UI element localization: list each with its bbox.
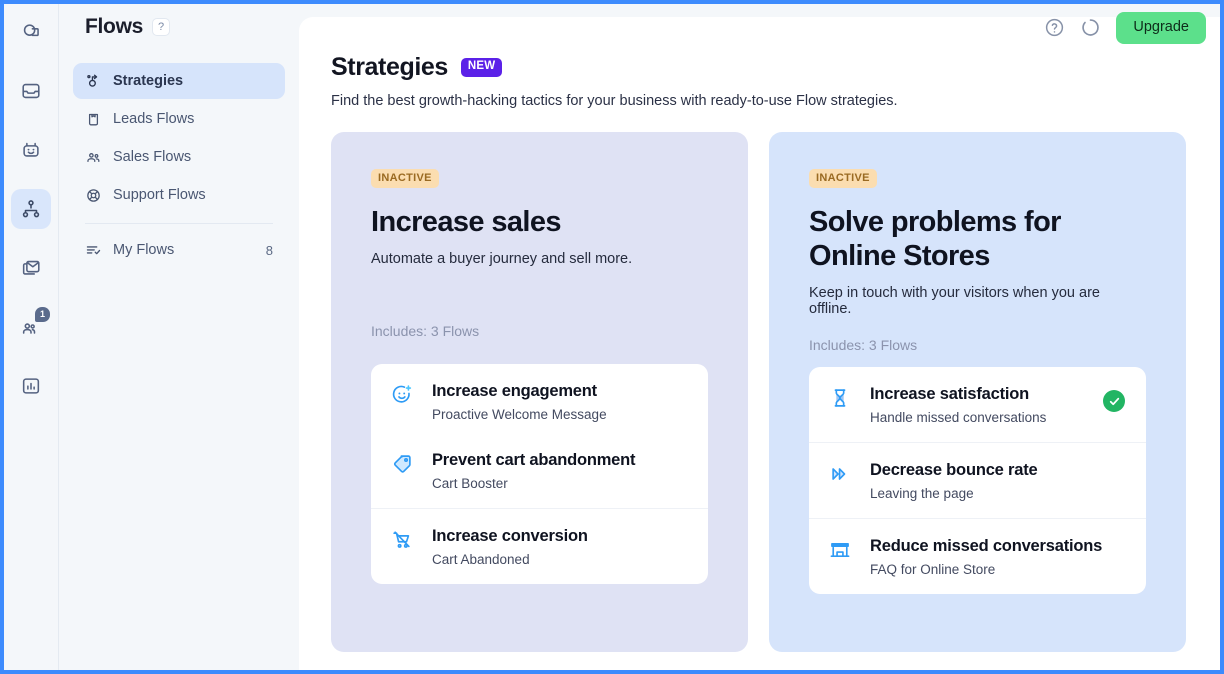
flow-subtitle: Handle missed conversations (870, 410, 1047, 426)
sidebar-item-label: Sales Flows (113, 149, 192, 165)
content-panel: Strategies NEW Find the best growth-hack… (299, 17, 1220, 670)
rail-item-chatbot[interactable] (11, 130, 51, 170)
flow-name: Increase satisfaction (870, 385, 1030, 404)
app-window: 1 Flows ? Strategies Leads Flows Sales F… (4, 4, 1220, 670)
strategy-card-solve-problems[interactable]: INACTIVE Solve problems for Online Store… (769, 132, 1186, 652)
flow-list: Increase satisfaction Handle missed conv… (809, 367, 1146, 594)
leads-icon (85, 111, 102, 128)
flow-subtitle: Cart Booster (432, 475, 508, 491)
rail-item-analytics[interactable] (11, 366, 51, 406)
flow-row[interactable]: Decrease bounce rate Leaving the page (809, 442, 1146, 518)
sidebar-item-strategies[interactable]: Strategies (73, 63, 285, 99)
card-includes: Includes: 3 Flows (809, 337, 918, 354)
rail-item-flows[interactable] (11, 189, 51, 229)
rail-item-campaigns[interactable] (11, 248, 51, 288)
flow-row[interactable]: Increase satisfaction Handle missed conv… (809, 367, 1146, 442)
flow-name: Increase engagement (432, 382, 597, 401)
analytics-icon (20, 375, 42, 397)
flow-text: Prevent cart abandonment Cart Booster (432, 451, 687, 491)
sales-icon (85, 149, 102, 166)
my-flows-count: 8 (265, 242, 273, 258)
new-badge: NEW (460, 58, 503, 77)
card-description: Keep in touch with your visitors when yo… (809, 285, 1100, 318)
card-includes: Includes: 3 Flows (371, 323, 480, 340)
flows-icon (20, 198, 42, 220)
page-subtitle: Find the best growth-hacking tactics for… (331, 93, 898, 109)
flow-text: Increase engagement Proactive Welcome Me… (432, 382, 687, 422)
flow-subtitle: Cart Abandoned (432, 551, 530, 567)
flow-subtitle: Proactive Welcome Message (432, 407, 607, 423)
strategy-card-increase-sales[interactable]: INACTIVE Increase sales Automate a buyer… (331, 132, 748, 652)
my-flows-icon (85, 242, 102, 259)
spinner-icon[interactable] (1080, 17, 1101, 38)
upgrade-button[interactable]: Upgrade (1116, 12, 1206, 44)
sidebar-item-sales-flows[interactable]: Sales Flows (73, 139, 285, 175)
strategy-cards: INACTIVE Increase sales Automate a buyer… (331, 132, 1186, 652)
rail-item-inbox[interactable] (11, 71, 51, 111)
flow-name: Decrease bounce rate (870, 461, 1038, 480)
status-badge: INACTIVE (371, 169, 439, 188)
flow-text: Decrease bounce rate Leaving the page (870, 461, 1125, 501)
help-chip[interactable]: ? (152, 18, 171, 36)
flow-name: Prevent cart abandonment (432, 451, 636, 470)
page-section-title: Flows (85, 15, 144, 38)
card-title: Solve problems for Online Stores (809, 206, 1061, 273)
sidebar-nav-list: Strategies Leads Flows Sales Flows Suppo… (59, 50, 299, 268)
sidebar-item-label: Leads Flows (113, 111, 195, 127)
contacts-badge: 1 (35, 307, 50, 322)
sidebar-item-label: Support Flows (113, 187, 206, 203)
app-rail: 1 (4, 4, 59, 670)
inbox-icon (20, 80, 42, 102)
flow-subtitle: FAQ for Online Store (870, 561, 996, 577)
sidebar-item-my-flows[interactable]: My Flows 8 (73, 232, 285, 268)
sidebar-header: Flows ? (59, 4, 299, 50)
flow-row[interactable]: Increase engagement Proactive Welcome Me… (371, 364, 708, 439)
overview-icon (20, 21, 42, 43)
help-circle-icon[interactable] (1044, 17, 1065, 38)
cart-crossed-icon (390, 528, 414, 552)
flow-text: Increase conversion Cart Abandoned (432, 527, 687, 567)
campaigns-icon (20, 257, 42, 279)
header-actions: Upgrade (1044, 12, 1206, 44)
status-badge: INACTIVE (809, 169, 877, 188)
main-area: Upgrade Strategies NEW Find the best gro… (299, 4, 1220, 670)
sidebar-divider (85, 223, 273, 224)
sidebar-item-label: My Flows (113, 242, 175, 258)
tag-icon (390, 452, 414, 476)
sidebar-item-label: Strategies (113, 73, 184, 89)
check-icon (1103, 390, 1125, 413)
store-icon (828, 538, 852, 562)
flow-text: Reduce missed conversations FAQ for Onli… (870, 537, 1125, 577)
flow-text: Increase satisfaction Handle missed conv… (870, 385, 1085, 425)
flow-row[interactable]: Reduce missed conversations FAQ for Onli… (809, 518, 1146, 594)
flow-row[interactable]: Prevent cart abandonment Cart Booster (371, 439, 708, 508)
smiley-plus-icon (390, 383, 414, 407)
page-heading: Strategies NEW (331, 53, 1186, 82)
flow-subtitle: Leaving the page (870, 486, 974, 502)
sidebar-item-support-flows[interactable]: Support Flows (73, 177, 285, 213)
card-title: Increase sales (371, 206, 562, 238)
double-chevron-icon (828, 462, 852, 486)
rail-item-contacts[interactable]: 1 (11, 307, 51, 347)
chatbot-icon (20, 139, 42, 161)
hourglass-icon (828, 386, 852, 410)
flows-sidebar: Flows ? Strategies Leads Flows Sales Flo… (59, 4, 299, 670)
flow-name: Reduce missed conversations (870, 537, 1103, 556)
sidebar-item-leads-flows[interactable]: Leads Flows (73, 101, 285, 137)
rail-item-overview[interactable] (11, 12, 51, 52)
flow-name: Increase conversion (432, 526, 588, 545)
flow-row[interactable]: Increase conversion Cart Abandoned (371, 507, 708, 584)
page-title: Strategies (331, 53, 448, 81)
strategies-icon (85, 73, 102, 90)
card-description: Automate a buyer journey and sell more. (371, 251, 633, 268)
support-icon (85, 187, 102, 204)
flow-list: Increase engagement Proactive Welcome Me… (371, 364, 708, 584)
